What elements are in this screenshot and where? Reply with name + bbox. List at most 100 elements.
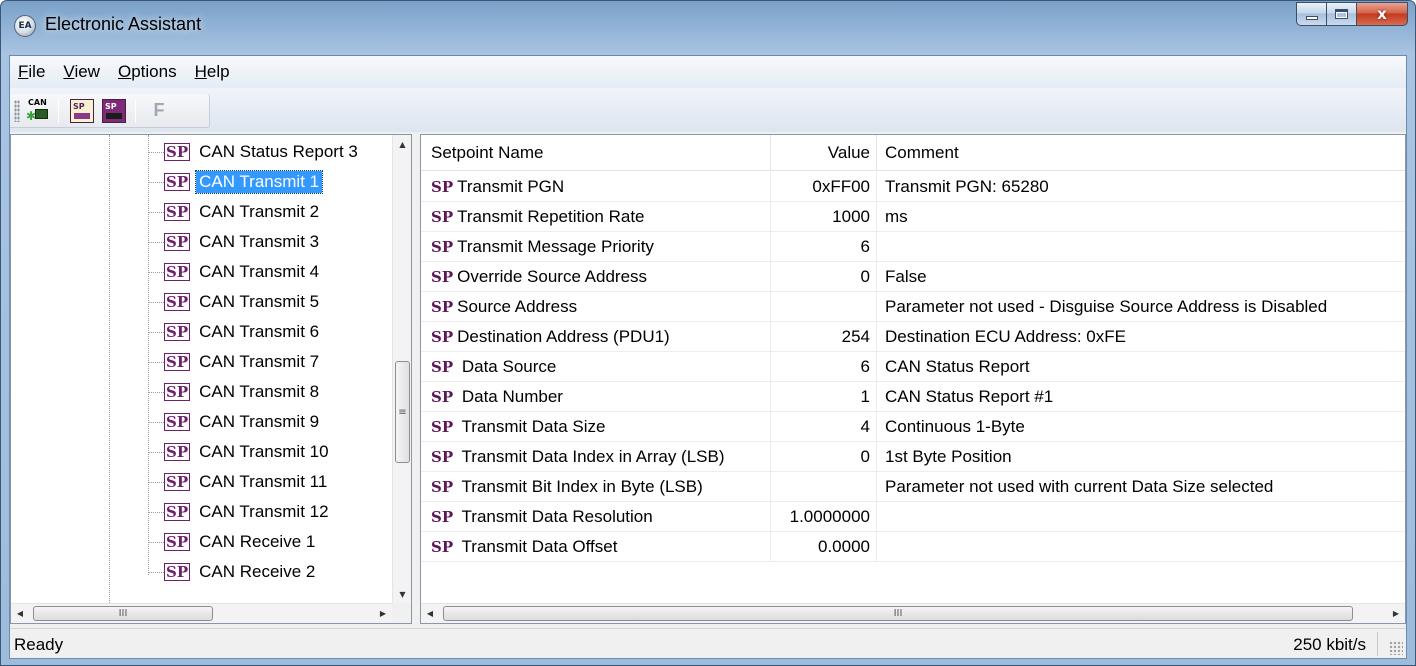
list-viewport: Setpoint Name Value Comment SP Transmit P… (421, 135, 1405, 603)
column-header-setpoint-name[interactable]: Setpoint Name (421, 135, 771, 171)
setpoint-value[interactable]: 6 (771, 352, 877, 382)
setpoint-value[interactable]: 0 (771, 442, 877, 472)
table-row[interactable]: SP Transmit Data Resolution 1.0000000 (421, 502, 1405, 532)
menu-options[interactable]: Options (110, 62, 187, 82)
tree-connector (148, 331, 164, 333)
menu-help-accel: H (194, 62, 207, 81)
setpoint-icon: SP (431, 358, 454, 376)
tree-item-label: CAN Transmit 3 (199, 232, 320, 251)
setpoint-tree[interactable]: SP CAN Status Report 3 SP CAN Transmit 1 SP C… (10, 134, 412, 624)
table-row[interactable]: SP Transmit PGN 0xFF00 Transmit PGN: 65280 (421, 172, 1405, 202)
table-row[interactable]: SP Destination Address (PDU1) 254 Destinati… (421, 322, 1405, 352)
list-horizontal-thumb[interactable]: III (443, 606, 1353, 621)
setpoint-icon: SP (164, 503, 191, 521)
column-header-comment[interactable]: Comment (877, 135, 1405, 171)
table-row[interactable]: SP Transmit Data Index in Array (LSB) 0 1s… (421, 442, 1405, 472)
setpoint-value[interactable]: 0.0000 (771, 532, 877, 562)
setpoint-value[interactable]: 0xFF00 (771, 172, 877, 202)
toolbar-grip[interactable] (14, 99, 20, 122)
tree-item[interactable]: SP CAN Status Report 3 (148, 137, 361, 167)
setpoint-value[interactable]: 1000 (771, 202, 877, 232)
tree-item[interactable]: SP CAN Receive 2 (148, 557, 318, 587)
menu-help-label: elp (206, 62, 230, 81)
table-row[interactable]: SP Transmit Repetition Rate 1000 ms (421, 202, 1405, 232)
setpoint-name: Data Source (457, 357, 557, 376)
tree-item[interactable]: SP CAN Transmit 2 (148, 197, 322, 227)
tree-item-label: CAN Transmit 11 (199, 472, 328, 491)
tree-line (109, 135, 110, 603)
can-connect-button[interactable]: CAN ✱ (22, 96, 52, 126)
tree-item[interactable]: SP CAN Transmit 10 (148, 437, 332, 467)
scroll-right-icon[interactable]: ▶ (374, 604, 392, 623)
scroll-left-icon[interactable]: ◀ (421, 604, 439, 623)
table-row[interactable]: SP Transmit Data Size 4 Continuous 1-Byte (421, 412, 1405, 442)
table-row[interactable]: SP Transmit Message Priority 6 (421, 232, 1405, 262)
list-header: Setpoint Name Value Comment (421, 135, 1405, 171)
f-button-label: F (153, 100, 165, 120)
tree-connector (148, 421, 164, 423)
toolbar-strip: CAN ✱ SP SP F (10, 94, 210, 128)
setpoint-comment: Parameter not used - Disguise Source Add… (885, 297, 1328, 316)
maximize-button[interactable] (1326, 2, 1356, 26)
tree-item[interactable]: SP CAN Transmit 1 (148, 167, 324, 197)
setpoint-comment (877, 532, 1405, 562)
tree-item[interactable]: SP CAN Transmit 5 (148, 287, 322, 317)
tree-item[interactable]: SP CAN Transmit 3 (148, 227, 322, 257)
setpoint-name-cell: SP Data Number (421, 382, 771, 412)
baud-rate-indicator: 250 kbit/s (1293, 635, 1366, 654)
list-horizontal-scrollbar[interactable]: ◀ III ▶ (421, 603, 1405, 623)
open-setpoints-button[interactable]: SP (67, 96, 97, 126)
setpoint-value[interactable]: 0 (771, 262, 877, 292)
tree-item[interactable]: SP CAN Transmit 4 (148, 257, 322, 287)
tree-item[interactable]: SP CAN Transmit 6 (148, 317, 322, 347)
menu-file-label: ile (28, 62, 46, 81)
table-row[interactable]: SP Data Source 6 CAN Status Report (421, 352, 1405, 382)
save-setpoints-button[interactable]: SP (99, 96, 129, 126)
tree-connector (148, 511, 164, 513)
tree-item[interactable]: SP CAN Transmit 8 (148, 377, 322, 407)
resize-grip[interactable] (1389, 641, 1403, 655)
scroll-up-icon[interactable]: ▲ (393, 135, 412, 153)
menu-help[interactable]: Help (187, 62, 240, 82)
tree-vertical-thumb[interactable]: ≡ (395, 361, 410, 463)
scroll-right-icon[interactable]: ▶ (1387, 604, 1405, 623)
table-row[interactable]: SP Transmit Bit Index in Byte (LSB) Param… (421, 472, 1405, 502)
minimize-button[interactable] (1296, 2, 1326, 26)
scroll-left-icon[interactable]: ◀ (11, 604, 29, 623)
tree-item[interactable]: SP CAN Transmit 9 (148, 407, 322, 437)
column-header-value[interactable]: Value (771, 135, 877, 171)
tree-vertical-scrollbar[interactable]: ▲ ≡ ▼ (392, 135, 411, 603)
setpoint-value[interactable]: 1.0000000 (771, 502, 877, 532)
table-row[interactable]: SP Source Address Parameter not used - Dis… (421, 292, 1405, 322)
tree-item-label: CAN Transmit 6 (199, 322, 320, 341)
menu-file[interactable]: File (10, 62, 55, 82)
setpoint-value[interactable]: 1 (771, 382, 877, 412)
table-row[interactable]: SP Data Number 1 CAN Status Report #1 (421, 382, 1405, 412)
tree-item[interactable]: SP CAN Transmit 7 (148, 347, 322, 377)
setpoint-value[interactable]: 4 (771, 412, 877, 442)
setpoint-value[interactable] (771, 472, 877, 502)
tree-horizontal-thumb[interactable]: III (33, 606, 213, 621)
setpoint-value[interactable]: 254 (771, 322, 877, 352)
table-row[interactable]: SP Transmit Data Offset 0.0000 (421, 532, 1405, 562)
tree-horizontal-scrollbar[interactable]: ◀ III ▶ (11, 603, 392, 623)
setpoint-list[interactable]: Setpoint Name Value Comment SP Transmit P… (420, 134, 1406, 624)
f-button[interactable]: F (144, 96, 174, 126)
tree-connector (148, 541, 164, 543)
setpoint-value[interactable]: 6 (771, 232, 877, 262)
tree-item[interactable]: SP CAN Transmit 12 (148, 497, 332, 527)
setpoint-name-cell: SP Transmit Data Offset (421, 532, 771, 562)
menu-view-accel: V (63, 62, 75, 81)
tree-item[interactable]: SP CAN Receive 1 (148, 527, 318, 557)
table-row[interactable]: SP Override Source Address 0 False (421, 262, 1405, 292)
setpoint-value[interactable] (771, 292, 877, 322)
computer-icon (35, 108, 48, 119)
close-button[interactable]: x (1356, 2, 1408, 26)
tree-item[interactable]: SP CAN Transmit 11 (148, 467, 330, 497)
title-bar[interactable]: EA Electronic Assistant x (1, 1, 1415, 55)
tree-connector (148, 151, 164, 153)
setpoint-icon: SP (431, 388, 454, 406)
setpoint-name-cell: SP Data Source (421, 352, 771, 382)
scroll-down-icon[interactable]: ▼ (393, 585, 412, 603)
menu-view[interactable]: View (55, 62, 110, 82)
